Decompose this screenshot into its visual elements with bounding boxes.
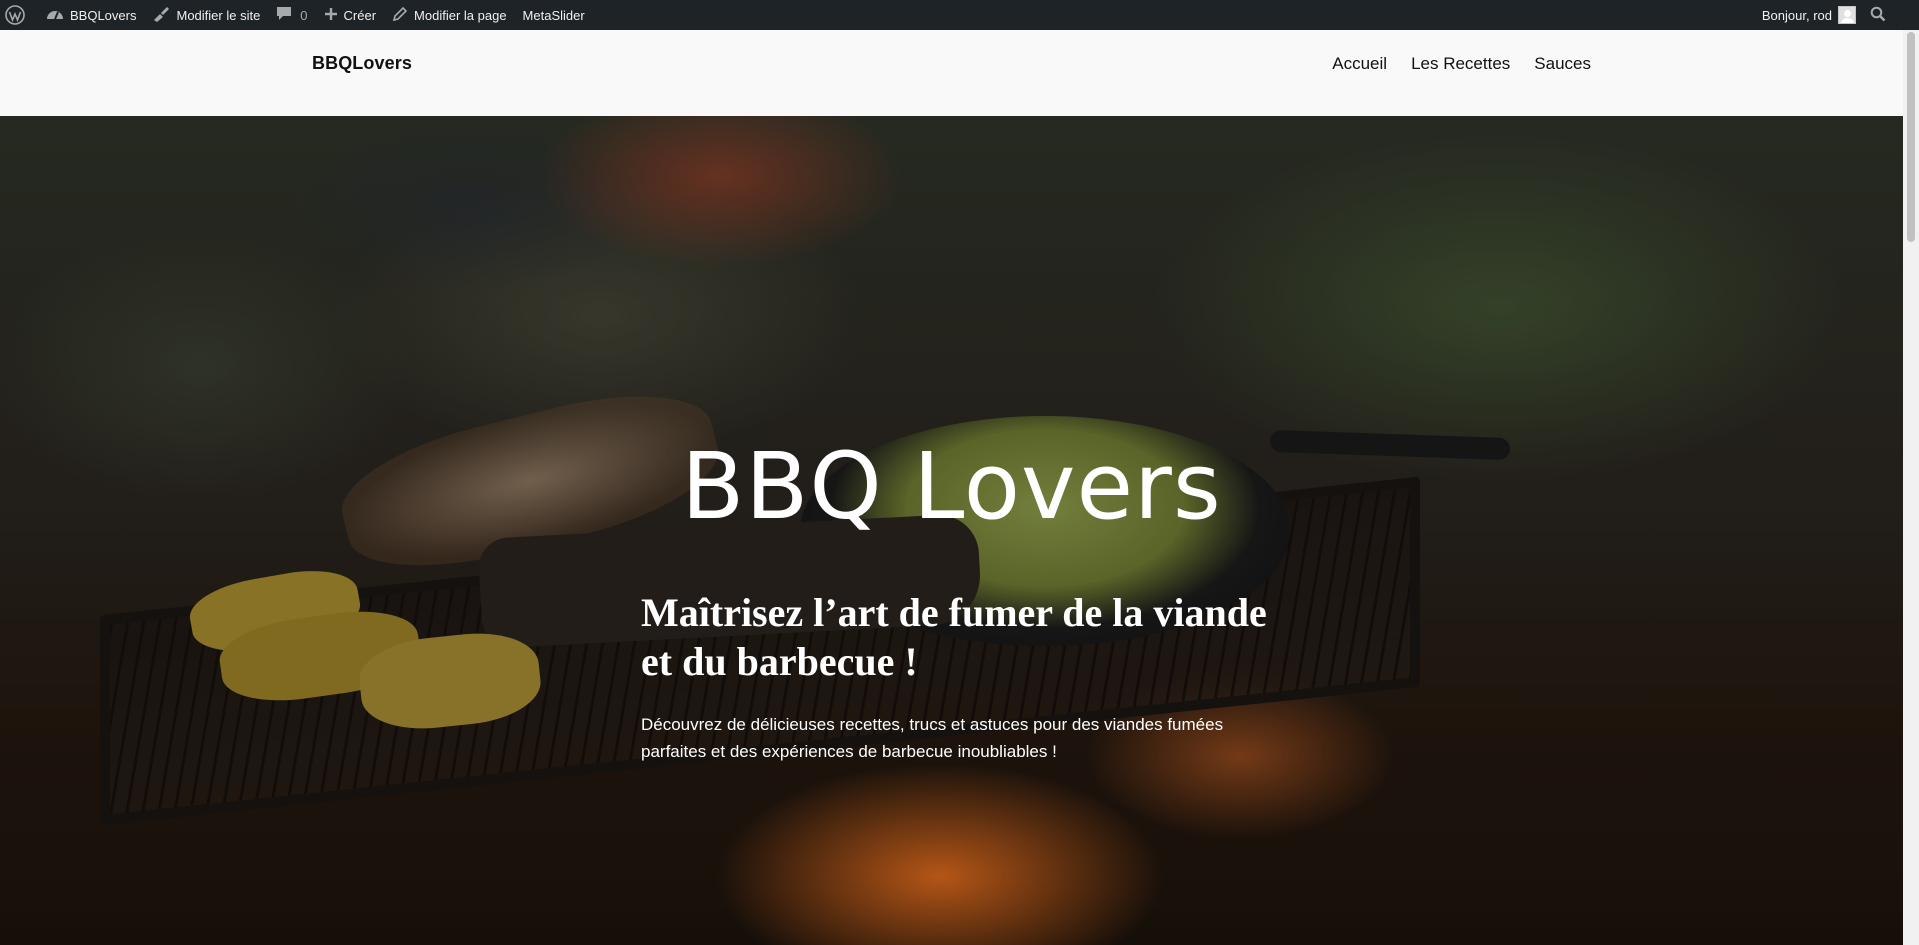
comment-bubble-icon xyxy=(276,6,298,24)
new-content-button[interactable]: Créer xyxy=(316,0,385,30)
primary-navigation: Accueil Les Recettes Sauces xyxy=(1332,54,1591,74)
hero-title: BBQ Lovers xyxy=(681,433,1222,540)
new-label: Créer xyxy=(343,7,377,23)
hero-cover: BBQ Lovers Maîtrisez l’art de fumer de l… xyxy=(0,116,1903,945)
metaslider-menu[interactable]: MetaSlider xyxy=(515,0,593,30)
search-icon xyxy=(1870,6,1892,25)
hero-subtitle: Maîtrisez l’art de fumer de la viande et… xyxy=(641,590,1267,684)
wp-admin-bar: BBQLovers Modifier le site 0 Créer Modif… xyxy=(0,0,1919,30)
edit-page-label: Modifier la page xyxy=(414,7,507,23)
customize-button[interactable]: Modifier le site xyxy=(144,0,268,30)
plus-icon xyxy=(324,7,344,24)
search-button[interactable] xyxy=(1870,0,1892,30)
comments-count: 0 xyxy=(300,7,308,23)
nav-item-les-recettes[interactable]: Les Recettes xyxy=(1411,54,1510,74)
my-account-menu[interactable]: Bonjour, rod xyxy=(1762,0,1856,30)
hero-description: Découvrez de délicieuses recettes, trucs… xyxy=(641,715,1224,762)
site-title-link[interactable]: BBQLovers xyxy=(312,53,412,74)
edit-page-button[interactable]: Modifier la page xyxy=(384,0,515,30)
nav-item-accueil[interactable]: Accueil xyxy=(1332,54,1387,74)
metaslider-label: MetaSlider xyxy=(522,7,585,23)
site-header: BBQLovers Accueil Les Recettes Sauces xyxy=(0,30,1903,116)
pencil-icon xyxy=(392,6,414,25)
site-name-menu[interactable]: BBQLovers xyxy=(38,0,144,30)
nav-item-sauces[interactable]: Sauces xyxy=(1534,54,1591,74)
customize-label: Modifier le site xyxy=(176,7,261,23)
gauge-icon xyxy=(46,7,70,24)
avatar xyxy=(1838,6,1856,24)
page-scrollbar[interactable] xyxy=(1903,30,1919,945)
admin-bar-secondary: Bonjour, rod xyxy=(1762,0,1892,30)
greeting-label: Bonjour, rod xyxy=(1761,7,1832,23)
wordpress-logo-icon[interactable] xyxy=(0,0,38,30)
scrollbar-thumb[interactable] xyxy=(1907,32,1915,242)
site-name-label: BBQLovers xyxy=(70,7,137,23)
brush-icon xyxy=(152,6,176,25)
comments-button[interactable]: 0 xyxy=(268,0,315,30)
